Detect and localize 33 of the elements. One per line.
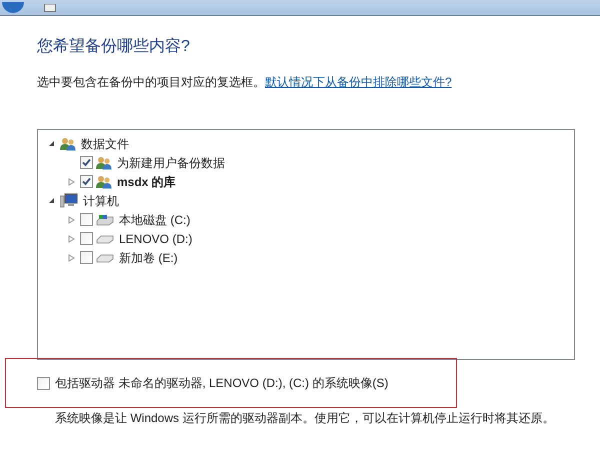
checkbox[interactable] (80, 213, 93, 226)
computer-icon (60, 193, 78, 208)
collapse-arrow-icon[interactable] (48, 197, 55, 204)
checkmark-icon (82, 158, 91, 167)
system-image-label[interactable]: 包括驱动器 未命名的驱动器, LENOVO (D:), (C:) 的系统映像(S) (55, 374, 388, 392)
checkbox[interactable] (80, 156, 93, 169)
checkbox[interactable] (37, 376, 50, 390)
users-icon (96, 156, 112, 170)
tree-item-label[interactable]: 新加卷 (E:) (119, 248, 178, 266)
tree-item-label[interactable]: 为新建用户备份数据 (117, 154, 225, 172)
instruction-text: 选中要包含在备份中的项目对应的复选框。默认情况下从备份中排除哪些文件? (37, 74, 453, 90)
collapse-arrow-icon[interactable] (48, 140, 55, 147)
checkbox[interactable] (80, 251, 93, 264)
users-icon (60, 136, 76, 150)
tree-item-label[interactable]: LENOVO (D:) (119, 230, 192, 248)
checkbox[interactable] (80, 232, 93, 245)
expand-arrow-icon[interactable] (68, 216, 75, 224)
expand-arrow-icon[interactable] (68, 178, 75, 186)
drive-icon (96, 234, 114, 244)
expand-arrow-icon[interactable] (68, 234, 75, 242)
tree-item-label[interactable]: 数据文件 (81, 134, 129, 152)
checkbox[interactable] (80, 175, 93, 188)
drive-icon (96, 214, 114, 226)
users-icon (96, 174, 112, 188)
page-heading: 您希望备份哪些内容? (37, 37, 191, 57)
drive-icon (96, 252, 114, 262)
checkmark-icon (82, 177, 91, 186)
expand-arrow-icon[interactable] (68, 254, 75, 262)
tree-item-label[interactable]: msdx 的库 (117, 172, 176, 190)
tree-item-label[interactable]: 本地磁盘 (C:) (119, 210, 190, 228)
tree-item-label[interactable]: 计算机 (83, 192, 119, 210)
excluded-files-link[interactable]: 默认情况下从备份中排除哪些文件? (265, 75, 452, 89)
system-image-note: 系统映像是让 Windows 运行所需的驱动器副本。使用它，可以在计算机停止运行时将其还原。 (54, 410, 556, 427)
